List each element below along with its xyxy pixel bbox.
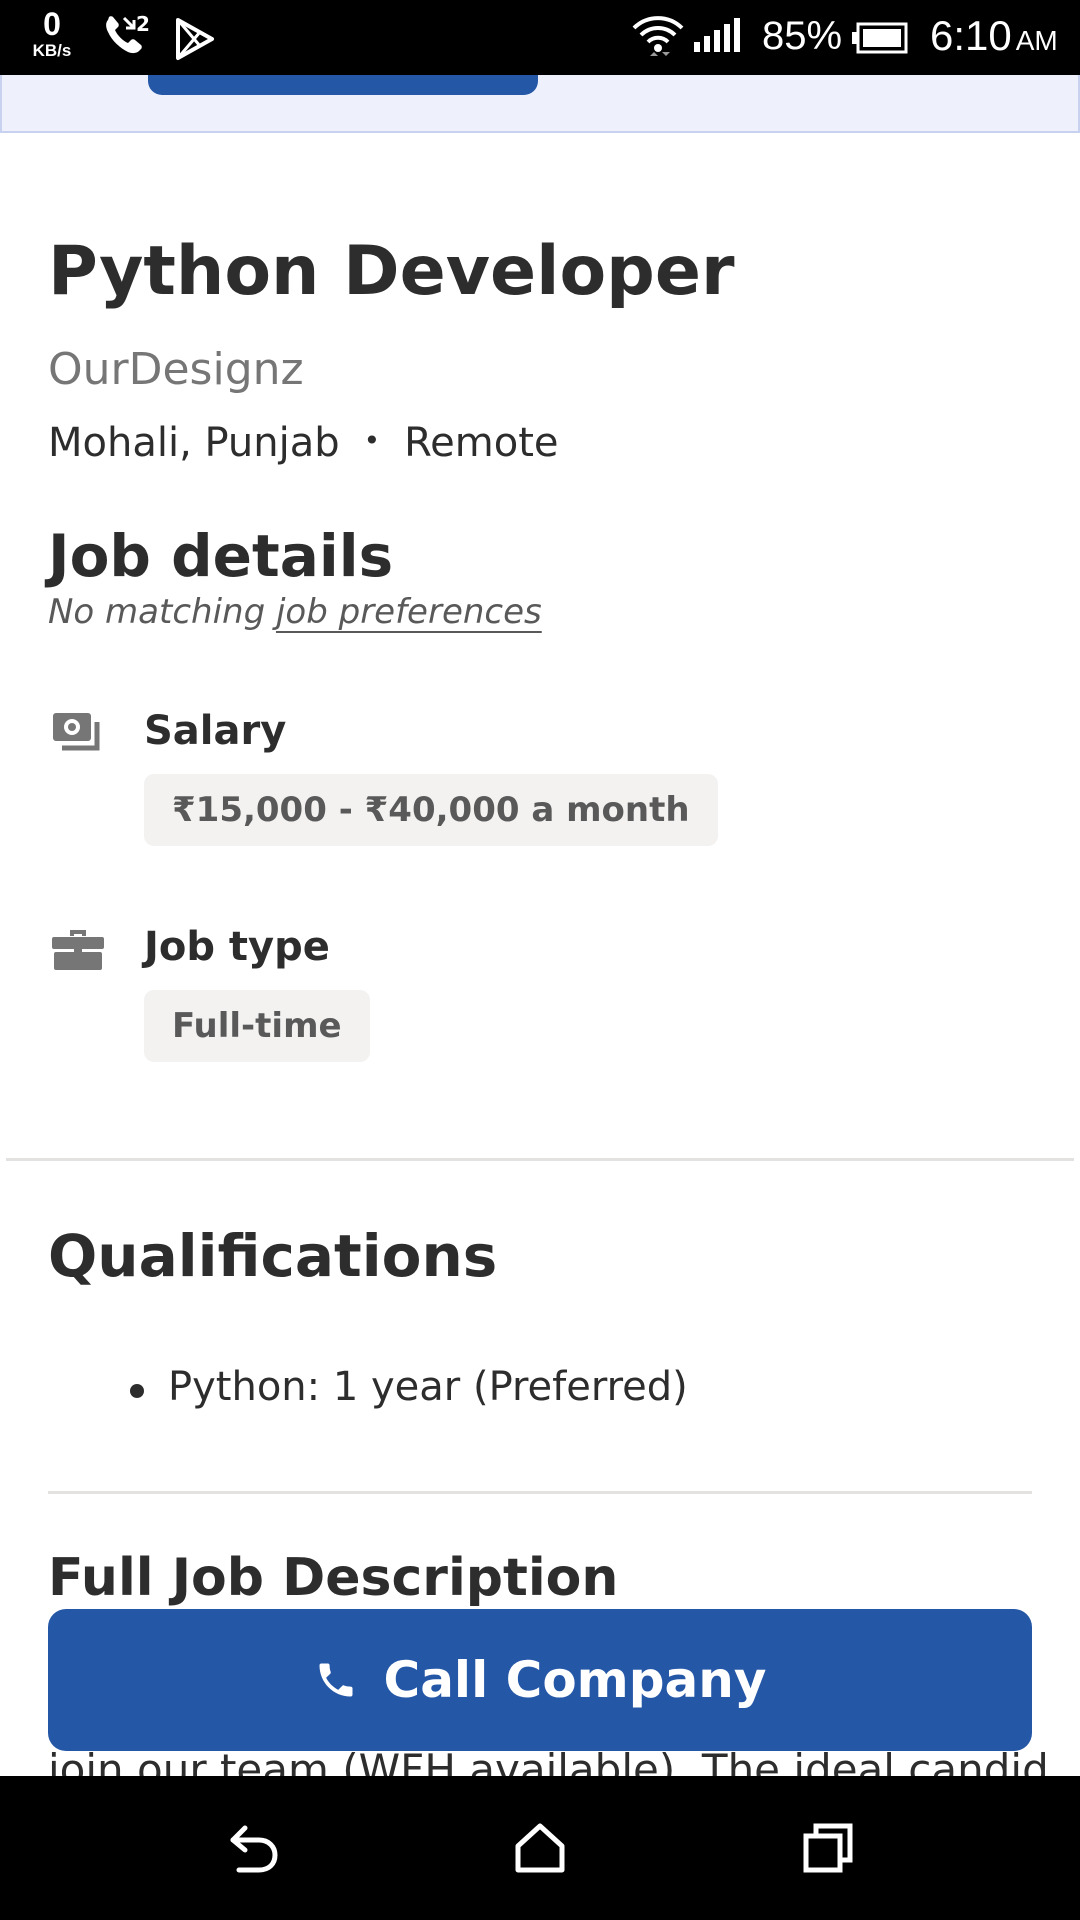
battery-percent: 85%	[762, 14, 843, 58]
clock-time: 6:10	[930, 12, 1012, 59]
job-type-label: Job type	[144, 924, 330, 970]
signal-strength-icon	[692, 18, 744, 58]
network-speed-unit: KB/s	[32, 41, 72, 60]
salary-tag: ₹15,000 - ₹40,000 a month	[144, 774, 718, 846]
battery-icon	[852, 22, 908, 58]
clock-ampm: AM	[1015, 25, 1058, 56]
qualification-item: Python: 1 year (Preferred)	[168, 1364, 688, 1410]
play-store-icon	[172, 16, 218, 66]
money-icon	[52, 712, 104, 762]
preferences-prefix: No matching	[48, 592, 276, 632]
home-icon[interactable]	[512, 1820, 568, 1880]
call-company-label: Call Company	[383, 1651, 767, 1709]
missed-call-icon: 2	[100, 12, 152, 62]
qualifications-heading: Qualifications	[48, 1222, 498, 1290]
clock: 6:10 AM	[930, 12, 1058, 60]
job-location: Mohali, Punjab • Remote	[48, 420, 559, 466]
job-preferences-link[interactable]: job preferences	[276, 592, 542, 632]
location-text: Mohali, Punjab	[48, 420, 340, 466]
navigation-bar	[0, 1776, 1080, 1920]
job-details-heading: Job details	[48, 522, 394, 590]
work-mode-text: Remote	[404, 420, 559, 466]
phone-icon	[314, 1658, 358, 1702]
company-name-link[interactable]: OurDesignz	[48, 344, 304, 395]
bullet-dot	[130, 1384, 144, 1398]
section-divider	[6, 1158, 1074, 1161]
back-icon[interactable]	[225, 1820, 281, 1880]
top-banner	[0, 75, 1080, 133]
status-bar: 0 KB/s 2 85% 6:10 AM	[0, 0, 1080, 75]
job-title: Python Developer	[48, 232, 735, 311]
apply-button-partial[interactable]	[148, 75, 538, 95]
salary-label: Salary	[144, 708, 287, 754]
wifi-icon	[630, 12, 686, 68]
preferences-note: No matching job preferences	[48, 592, 542, 632]
call-badge: 2	[136, 12, 150, 36]
network-speed-value: 0	[43, 6, 61, 42]
full-job-description-heading: Full Job Description	[48, 1548, 619, 1608]
network-speed: 0 KB/s	[22, 8, 82, 59]
briefcase-icon	[52, 926, 104, 976]
section-divider-inner	[48, 1491, 1032, 1494]
recent-apps-icon[interactable]	[800, 1820, 856, 1880]
call-company-button[interactable]: Call Company	[48, 1609, 1032, 1751]
job-type-tag: Full-time	[144, 990, 370, 1062]
separator-dot: •	[363, 424, 381, 457]
